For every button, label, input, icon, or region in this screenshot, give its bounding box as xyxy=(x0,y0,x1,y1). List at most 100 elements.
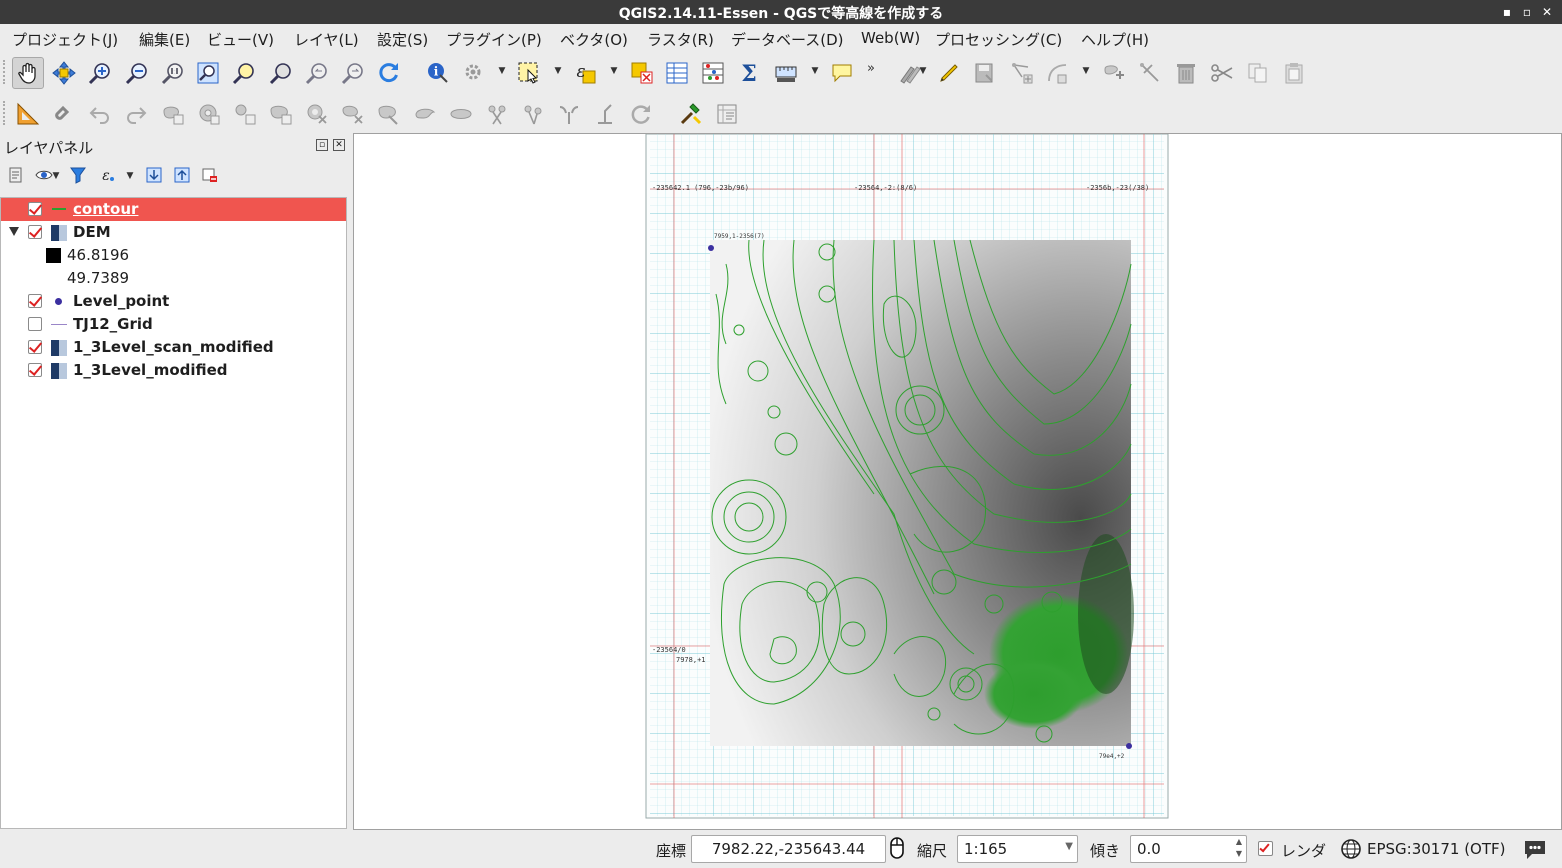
map-rendering[interactable]: -235642.1 (796,-23b/96) -23564,-2:(8/6) … xyxy=(354,134,1561,829)
refresh-button[interactable] xyxy=(376,60,402,86)
field-calculator-button[interactable] xyxy=(700,60,726,86)
filter-legend-button[interactable] xyxy=(68,165,88,185)
edits-dropdown[interactable]: ▼ xyxy=(918,66,928,76)
identify-button[interactable]: i xyxy=(425,60,451,86)
layer-row-level-point[interactable]: Level_point xyxy=(1,290,346,313)
cut-features-button[interactable] xyxy=(1209,60,1235,86)
filter-by-expression-button[interactable]: ε xyxy=(97,165,117,185)
add-ring-button[interactable] xyxy=(196,101,222,127)
enable-tracing-button[interactable] xyxy=(51,101,77,127)
zoom-next-button[interactable] xyxy=(340,60,366,86)
layer-row-dem[interactable]: DEM xyxy=(1,221,346,244)
cad-digitizing-button[interactable] xyxy=(15,101,41,127)
menu-help[interactable]: ヘルプ(H) xyxy=(1081,29,1149,50)
visibility-dropdown[interactable]: ▼ xyxy=(51,171,61,181)
node-tool-button[interactable] xyxy=(1137,60,1163,86)
layer-visibility-checkbox-dem[interactable] xyxy=(28,225,42,239)
panel-close-button[interactable]: ✕ xyxy=(333,139,345,151)
delete-ring-button[interactable] xyxy=(304,101,330,127)
run-action-button[interactable] xyxy=(461,60,487,86)
panel-float-button[interactable]: ▫ xyxy=(316,139,328,151)
toolbar-grip-2[interactable] xyxy=(3,101,7,125)
delete-part-button[interactable] xyxy=(340,101,366,127)
fill-ring-button[interactable] xyxy=(268,101,294,127)
rotation-spinbox[interactable]: 0.0 ▲ ▼ xyxy=(1130,835,1247,863)
simplify-feature-button[interactable] xyxy=(160,101,186,127)
pan-tool-button[interactable] xyxy=(12,57,44,89)
split-parts-button[interactable] xyxy=(484,101,510,127)
menu-layer[interactable]: レイヤ(L) xyxy=(294,29,359,50)
merge-features-button[interactable] xyxy=(520,101,546,127)
menu-edit[interactable]: 編集(E) xyxy=(139,29,190,50)
measure-dropdown[interactable]: ▼ xyxy=(810,66,820,76)
toggle-extents-button[interactable] xyxy=(887,836,907,860)
rotate-feature-button[interactable] xyxy=(628,101,654,127)
zoom-full-button[interactable] xyxy=(195,60,221,86)
action-dropdown[interactable]: ▼ xyxy=(497,66,507,76)
maximize-button[interactable]: ▫ xyxy=(1517,2,1537,22)
zoom-native-button[interactable] xyxy=(160,60,186,86)
toolbar-grip[interactable] xyxy=(3,60,7,84)
add-feature-button[interactable] xyxy=(1009,60,1035,86)
render-checkbox[interactable] xyxy=(1258,841,1273,856)
layer-row-contour[interactable]: contour xyxy=(1,198,346,221)
add-circular-string-button[interactable] xyxy=(1045,60,1071,86)
map-tips-button[interactable] xyxy=(829,60,855,86)
pan-to-selection-button[interactable] xyxy=(51,60,77,86)
toolbar-overflow-chevron[interactable]: » xyxy=(866,62,876,75)
close-button[interactable]: ✕ xyxy=(1537,2,1557,22)
collapse-all-button[interactable] xyxy=(172,165,192,185)
paste-features-button[interactable] xyxy=(1281,60,1307,86)
zoom-to-layer-button[interactable] xyxy=(268,60,294,86)
georeferencer-button[interactable] xyxy=(678,101,704,127)
menu-raster[interactable]: ラスタ(R) xyxy=(647,29,714,50)
copy-features-button[interactable] xyxy=(1245,60,1271,86)
layer-visibility-checkbox-tj12-grid[interactable] xyxy=(28,317,42,331)
undo-button[interactable] xyxy=(87,101,113,127)
layer-visibility-checkbox-contour[interactable] xyxy=(28,202,42,216)
layer-row-scan-modified[interactable]: 1_3Level_scan_modified xyxy=(1,336,346,359)
layer-visibility-checkbox-level-modified[interactable] xyxy=(28,363,42,377)
expression-filter-dropdown[interactable]: ▼ xyxy=(125,171,135,181)
menu-settings[interactable]: 設定(S) xyxy=(377,29,428,50)
offset-curve-button[interactable] xyxy=(412,101,438,127)
select-by-expression-button[interactable]: ε xyxy=(572,60,598,86)
add-part-button[interactable] xyxy=(232,101,258,127)
save-edits-button[interactable] xyxy=(972,60,998,86)
zoom-to-selection-button[interactable] xyxy=(231,60,257,86)
expand-all-button[interactable] xyxy=(144,165,164,185)
expression-dropdown[interactable]: ▼ xyxy=(609,66,619,76)
crs-button[interactable] xyxy=(1340,838,1362,860)
split-features-button[interactable] xyxy=(448,101,474,127)
layer-visibility-checkbox-level-point[interactable] xyxy=(28,294,42,308)
menu-vector[interactable]: ベクタ(O) xyxy=(560,29,628,50)
menu-database[interactable]: データベース(D) xyxy=(731,29,844,50)
scale-combobox[interactable]: 1:165 ▼ xyxy=(957,835,1078,863)
open-layer-styling-button[interactable] xyxy=(6,165,26,185)
zoom-out-button[interactable] xyxy=(124,60,150,86)
merge-attributes-button[interactable] xyxy=(556,101,582,127)
delete-selected-button[interactable] xyxy=(1173,60,1199,86)
coordinate-field[interactable]: 7982.22,-235643.44 xyxy=(691,835,886,863)
print-composer-button[interactable] xyxy=(714,101,740,127)
measure-button[interactable] xyxy=(773,60,799,86)
reshape-features-button[interactable] xyxy=(376,101,402,127)
deselect-all-button[interactable] xyxy=(629,60,655,86)
crs-label[interactable]: EPSG:30171 (OTF) xyxy=(1367,840,1506,858)
toggle-editing-button[interactable] xyxy=(936,60,962,86)
map-canvas[interactable]: -235642.1 (796,-23b/96) -23564,-2:(8/6) … xyxy=(353,133,1562,830)
menu-project[interactable]: プロジェクト(J) xyxy=(12,29,118,50)
menu-view[interactable]: ビュー(V) xyxy=(207,29,274,50)
statistical-summary-button[interactable]: Σ xyxy=(736,60,762,86)
redo-button[interactable] xyxy=(123,101,149,127)
rotate-point-symbols-button[interactable] xyxy=(592,101,618,127)
messages-button[interactable] xyxy=(1522,837,1548,861)
zoom-in-button[interactable] xyxy=(87,60,113,86)
layer-row-level-modified[interactable]: 1_3Level_modified xyxy=(1,359,346,382)
menu-plugins[interactable]: プラグイン(P) xyxy=(446,29,542,50)
menu-processing[interactable]: プロセッシング(C) xyxy=(935,29,1062,50)
layer-row-tj12-grid[interactable]: TJ12_Grid xyxy=(1,313,346,336)
remove-layer-button[interactable] xyxy=(200,165,220,185)
select-dropdown[interactable]: ▼ xyxy=(553,66,563,76)
add-feature-dropdown[interactable]: ▼ xyxy=(1081,66,1091,76)
